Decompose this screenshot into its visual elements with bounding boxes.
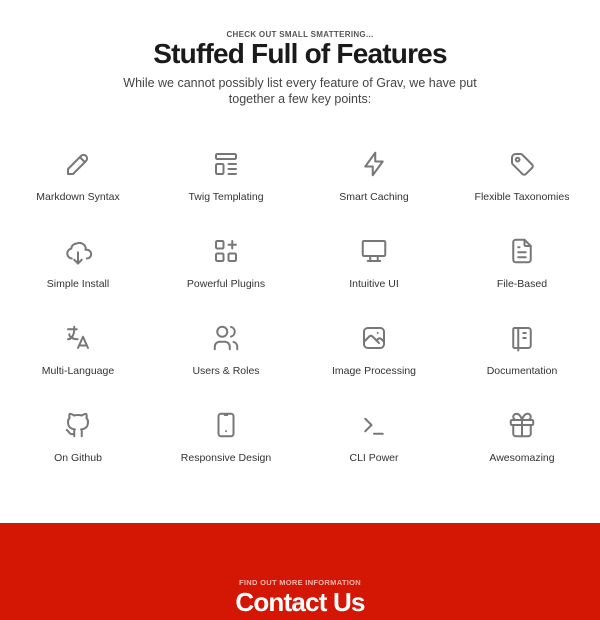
features-grid: Markdown Syntax Twig Templating Smart Ca…: [4, 148, 596, 496]
feature-item[interactable]: On Github: [4, 409, 152, 496]
apps-add-icon: [210, 235, 242, 267]
feature-item[interactable]: Awesomazing: [448, 409, 596, 496]
feature-label: On Github: [54, 452, 102, 464]
cloud-download-icon: [62, 235, 94, 267]
feature-label: Responsive Design: [180, 452, 272, 464]
mobile-phone-icon: [210, 409, 242, 441]
contact-title: Contact Us: [235, 587, 365, 617]
contact-section: FIND OUT MORE INFORMATION Contact Us: [0, 523, 600, 620]
feature-item[interactable]: Twig Templating: [152, 148, 300, 235]
feature-label: Documentation: [486, 365, 558, 377]
features-section: CHECK OUT SMALL SMATTERING... Stuffed Fu…: [0, 0, 600, 523]
feature-item[interactable]: Simple Install: [4, 235, 152, 322]
notebook-icon: [506, 322, 538, 354]
photo-icon: [358, 322, 390, 354]
tag-icon: [506, 148, 538, 180]
feature-item[interactable]: Markdown Syntax: [4, 148, 152, 235]
feature-label: Intuitive UI: [349, 278, 399, 290]
feature-item[interactable]: Responsive Design: [152, 409, 300, 496]
feature-item[interactable]: File-Based: [448, 235, 596, 322]
feature-label: Flexible Taxonomies: [474, 191, 570, 203]
feature-label: Twig Templating: [188, 191, 264, 203]
users-icon: [210, 322, 242, 354]
feature-item[interactable]: Image Processing: [300, 322, 448, 409]
language-icon: [62, 322, 94, 354]
feature-label: Multi-Language: [41, 365, 115, 377]
pencil-icon: [62, 148, 94, 180]
feature-label: Users & Roles: [192, 365, 260, 377]
gift-icon: [506, 409, 538, 441]
feature-label: Awesomazing: [489, 452, 555, 464]
feature-item[interactable]: Intuitive UI: [300, 235, 448, 322]
feature-item[interactable]: Powerful Plugins: [152, 235, 300, 322]
feature-label: Powerful Plugins: [186, 278, 266, 290]
feature-label: File-Based: [496, 278, 548, 290]
github-icon: [62, 409, 94, 441]
contact-eyebrow: FIND OUT MORE INFORMATION: [239, 578, 361, 587]
feature-item[interactable]: Flexible Taxonomies: [448, 148, 596, 235]
features-title: Stuffed Full of Features: [153, 38, 447, 69]
feature-label: Markdown Syntax: [36, 191, 120, 203]
feature-item[interactable]: Multi-Language: [4, 322, 152, 409]
feature-item[interactable]: Smart Caching: [300, 148, 448, 235]
feature-label: Simple Install: [46, 278, 110, 290]
feature-label: Smart Caching: [339, 191, 409, 203]
feature-item[interactable]: Documentation: [448, 322, 596, 409]
terminal-icon: [358, 409, 390, 441]
layout-template-icon: [210, 148, 242, 180]
feature-item[interactable]: Users & Roles: [152, 322, 300, 409]
feature-label: Image Processing: [331, 365, 417, 377]
feature-item[interactable]: CLI Power: [300, 409, 448, 496]
file-text-icon: [506, 235, 538, 267]
lightning-bolt-icon: [358, 148, 390, 180]
feature-label: CLI Power: [349, 452, 399, 464]
features-subtitle: While we cannot possibly list every feat…: [123, 76, 477, 106]
monitor-icon: [358, 235, 390, 267]
